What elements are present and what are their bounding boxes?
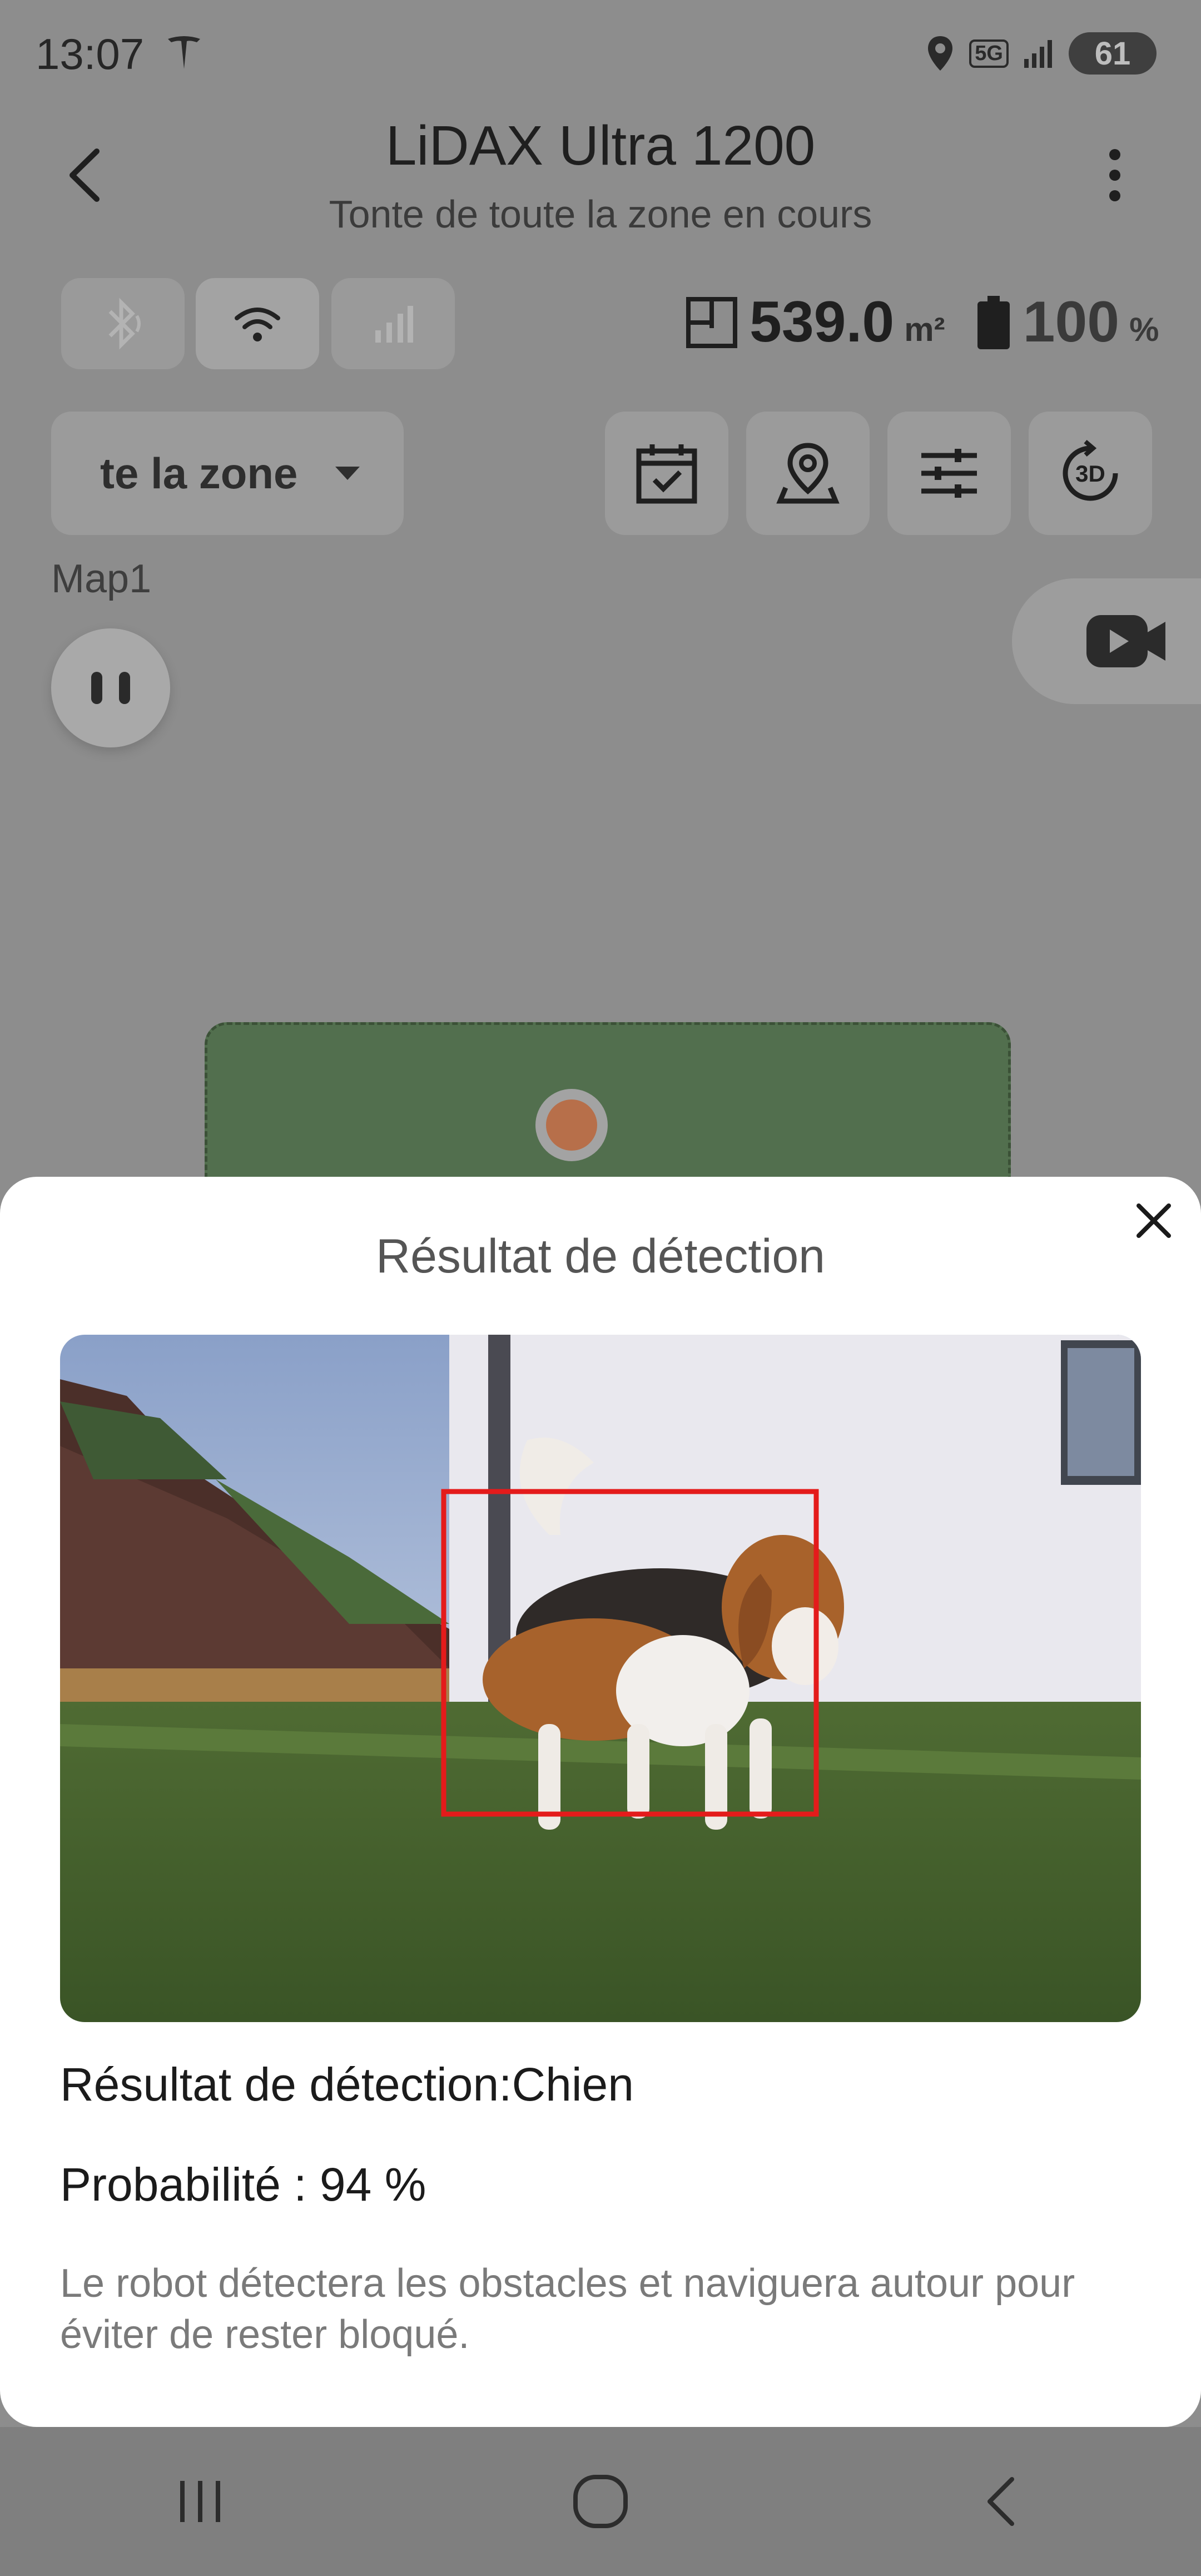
bluetooth-status[interactable] [61,278,185,369]
schedule-icon [636,444,697,504]
battery-unit: % [1129,311,1159,348]
3d-view-button[interactable]: 3D [1029,412,1152,535]
battery-value: 100 [1023,290,1120,354]
location-icon [928,36,953,71]
map-name: Map1 [51,557,152,601]
more-icon [1109,149,1120,201]
settings-button[interactable] [887,412,1011,535]
tesla-icon [165,32,204,74]
zone-dropdown-label: te la zone [100,448,298,498]
page-subtitle: Tonte de toute la zone en cours [329,192,872,236]
mower-position-marker [535,1089,608,1161]
signal-icon [1024,40,1052,68]
home-button[interactable] [556,2457,645,2546]
3d-icon: 3D [1063,439,1118,501]
nav-back-button[interactable] [956,2457,1045,2546]
more-button[interactable] [1095,145,1134,206]
settings-sliders-icon [921,449,977,498]
cellular-status[interactable] [331,278,455,369]
video-camera-icon [1086,615,1165,667]
wifi-status[interactable] [196,278,319,369]
location-pin-icon [776,443,840,504]
detection-photo [60,1335,1141,2022]
recents-icon [180,2481,220,2522]
dropdown-icon [335,467,360,480]
recents-button[interactable] [156,2457,245,2546]
mowing-stats: 539.0 m² 100 % [684,289,1159,355]
svg-text:3D: 3D [1075,460,1105,487]
network-type: 5G [969,39,1009,68]
status-icons: 5G 61 [925,31,1157,76]
area-unit: m² [904,311,945,348]
cellular-icon [375,306,413,343]
schedule-button[interactable] [605,412,728,535]
home-icon [573,2475,628,2528]
wifi-icon [235,308,280,341]
battery-icon [977,295,1010,349]
close-button[interactable] [1129,1196,1179,1246]
close-icon [1137,1203,1171,1238]
zone-dropdown[interactable]: te la zone [51,412,404,535]
nav-back-icon [987,2477,1014,2526]
status-time: 13:07 [36,29,145,78]
pause-icon [91,672,102,704]
video-button[interactable] [1012,578,1201,704]
detection-result: Résultat de détection:Chien [60,2058,634,2111]
sheet-title: Résultat de détection [376,1230,825,1283]
location-button[interactable] [746,412,870,535]
area-icon [686,296,737,348]
detection-note: Le robot détectera les obstacles et navi… [60,2261,1075,2357]
page-title: LiDAX Ultra 1200 [385,115,816,177]
battery-indicator: 61 [1069,32,1157,75]
pause-button[interactable] [51,628,170,747]
bluetooth-icon [108,298,141,350]
detection-probability: Probabilité : 94 % [60,2158,426,2211]
area-value: 539.0 [750,290,895,354]
system-nav-bar [0,2427,1201,2576]
